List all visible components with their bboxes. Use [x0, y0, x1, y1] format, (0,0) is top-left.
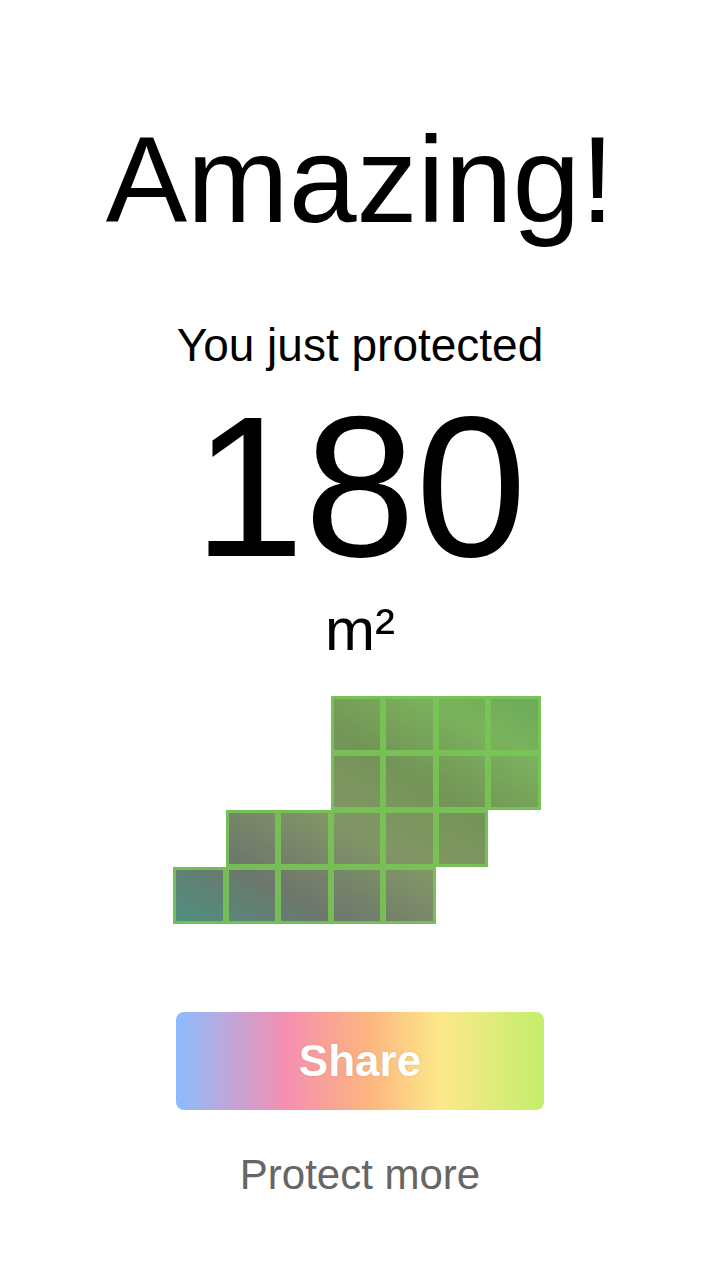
- protected-tile: [436, 810, 489, 867]
- protected-tile: [278, 867, 331, 924]
- empty-tile: [488, 867, 541, 924]
- empty-tile: [173, 753, 226, 810]
- headline: Amazing!: [106, 110, 615, 250]
- protected-tile: [173, 867, 226, 924]
- protected-tile: [488, 753, 541, 810]
- protected-area-map: [173, 696, 541, 924]
- empty-tile: [278, 753, 331, 810]
- protect-more-link[interactable]: Protect more: [230, 1145, 490, 1205]
- empty-tile: [173, 810, 226, 867]
- share-button[interactable]: Share: [176, 1012, 544, 1110]
- empty-tile: [488, 810, 541, 867]
- protected-tile: [383, 867, 436, 924]
- protected-tile: [383, 696, 436, 753]
- empty-tile: [278, 696, 331, 753]
- protected-tile: [226, 810, 279, 867]
- protected-tile: [331, 867, 384, 924]
- empty-tile: [226, 753, 279, 810]
- empty-tile: [226, 696, 279, 753]
- protected-tile: [488, 696, 541, 753]
- subtitle: You just protected: [177, 315, 544, 375]
- protected-tile: [383, 810, 436, 867]
- protected-tile: [436, 753, 489, 810]
- protected-tile: [278, 810, 331, 867]
- protected-tile: [226, 867, 279, 924]
- empty-tile: [436, 867, 489, 924]
- protected-tile: [331, 696, 384, 753]
- success-screen: Amazing! You just protected 180 m² Share…: [0, 0, 720, 1280]
- empty-tile: [173, 696, 226, 753]
- protected-tile: [436, 696, 489, 753]
- amount: 180: [193, 387, 527, 587]
- protected-tile: [331, 810, 384, 867]
- protected-tile: [383, 753, 436, 810]
- protected-tile: [331, 753, 384, 810]
- unit: m²: [325, 595, 395, 665]
